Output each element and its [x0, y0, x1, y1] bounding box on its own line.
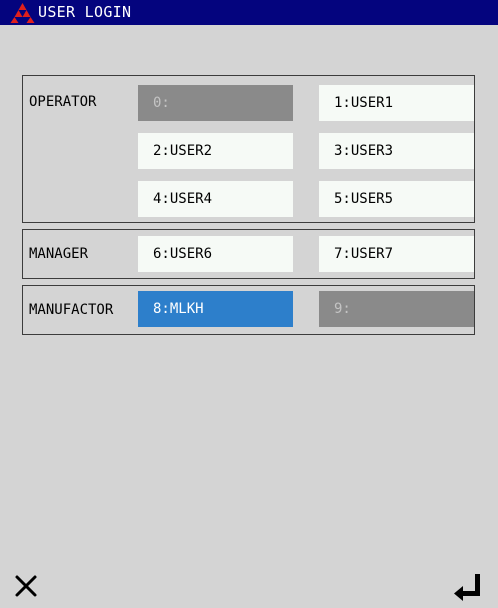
user-button-2[interactable]: 2:USER2 — [138, 133, 293, 169]
manager-label: MANAGER — [29, 246, 89, 262]
user-button-1[interactable]: 1:USER1 — [319, 85, 474, 121]
user-button-7[interactable]: 7:USER7 — [319, 236, 474, 272]
user-button-0[interactable]: 0: — [138, 85, 293, 121]
confirm-button[interactable] — [446, 563, 490, 607]
user-button-8[interactable]: 8:MLKH — [138, 291, 293, 327]
manufactor-label: MANUFACTOR — [29, 302, 114, 318]
user-button-6[interactable]: 6:USER6 — [138, 236, 293, 272]
operator-label: OPERATOR — [29, 94, 97, 110]
user-button-9[interactable]: 9: — [319, 291, 474, 327]
cancel-button[interactable] — [4, 564, 48, 608]
window-title: USER LOGIN — [38, 3, 132, 21]
user-button-4[interactable]: 4:USER4 — [138, 181, 293, 217]
title-bar: USER LOGIN — [0, 0, 498, 25]
company-logo-icon — [10, 3, 35, 23]
user-button-3[interactable]: 3:USER3 — [319, 133, 474, 169]
enter-return-icon — [454, 574, 480, 601]
user-button-5[interactable]: 5:USER5 — [319, 181, 474, 217]
close-icon — [15, 575, 37, 597]
